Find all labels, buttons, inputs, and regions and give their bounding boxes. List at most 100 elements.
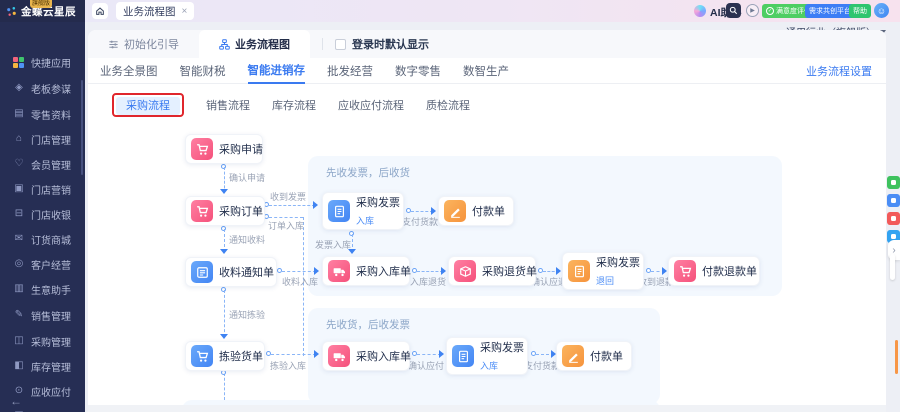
flow-settings-link[interactable]: 业务流程设置 — [806, 63, 872, 79]
flow-tab-inventory[interactable]: 库存流程 — [272, 97, 316, 113]
sidebar-item-quick-apps[interactable]: 快捷应用 — [0, 52, 85, 72]
horizontal-scrollbar[interactable] — [88, 405, 886, 412]
feedback-icon[interactable] — [887, 212, 900, 225]
sidebar-item-assistant[interactable]: ▥ 生意助手 — [0, 279, 85, 299]
edge-label: 订单入库 — [268, 221, 305, 231]
subtab-wholesale[interactable]: 批发经营 — [327, 58, 373, 84]
subtab-smart-production[interactable]: 数智生产 — [463, 58, 509, 84]
edge-label: 支付货款 — [402, 217, 439, 227]
edge-line — [269, 217, 303, 218]
app-screen: 金蝶云星辰 旗舰版 业务流程图 × AI助手 ▶ ✓ 满意度评价 需 — [0, 0, 900, 412]
flow-node-payment-2[interactable]: 付款单 — [556, 341, 632, 371]
close-icon[interactable]: × — [182, 6, 188, 17]
edge-label: 入库退货 — [410, 277, 447, 287]
sidebar-item-store-manage[interactable]: ⌂ 门店管理 — [0, 129, 85, 149]
flow-node-payment[interactable]: 付款单 — [438, 196, 514, 226]
page-tabs: 初始化引导 业务流程图 登录时默认显示 — [88, 30, 886, 58]
avatar[interactable]: ☺ — [874, 3, 889, 18]
flow-node-payment-refund[interactable]: 付款退款单 — [668, 256, 760, 286]
member-manage-icon: ♡ — [14, 158, 24, 169]
sidebar-collapse-button[interactable]: ← — [10, 394, 22, 408]
play-icon: ▶ — [750, 8, 755, 14]
edge-label: 确认应付 — [408, 361, 445, 371]
flow-node-purchase-invoice-in-2[interactable]: 采购发票 入库 — [446, 337, 528, 375]
customer-icon: ◎ — [14, 258, 24, 269]
sidebar-scrollbar[interactable] — [81, 80, 83, 175]
sidebar-item-retail-data[interactable]: ▤ 零售资料 — [0, 104, 85, 124]
flow-node-purchase-order[interactable]: 采购订单 — [185, 196, 265, 226]
cocreate-platform-badge[interactable]: 需求共创平台 — [805, 4, 855, 18]
sidebar-item-member-manage[interactable]: ♡ 会员管理 — [0, 154, 85, 174]
sidebar-item-boss-advisor[interactable]: ◈ 老板参谋 — [0, 78, 85, 98]
home-icon — [96, 7, 104, 15]
flow-node-purchase-request[interactable]: 采购申请 — [185, 134, 263, 164]
sidebar-item-customer[interactable]: ◎ 客户经营 — [0, 254, 85, 274]
chat-support-icon[interactable] — [887, 176, 900, 189]
subtab-panorama[interactable]: 业务全景图 — [100, 58, 158, 84]
edge-label: 收料入库 — [282, 277, 319, 287]
flow-node-purchase-inbound[interactable]: 采购入库单 — [322, 256, 411, 286]
cart-icon — [674, 260, 696, 282]
cashier-icon: ⊟ — [14, 208, 24, 219]
boss-advisor-icon: ◈ — [15, 82, 23, 93]
box-icon — [454, 260, 476, 282]
cart-icon — [191, 345, 213, 367]
assistant-icon: ▥ — [14, 283, 24, 294]
edge-line — [417, 354, 441, 355]
ai-assistant-icon[interactable] — [694, 5, 706, 17]
edge-line — [269, 205, 315, 206]
play-button[interactable]: ▶ — [746, 4, 759, 17]
divider — [322, 38, 323, 50]
subtab-finance-tax[interactable]: 智能财税 — [180, 58, 226, 84]
check-circle-icon: ✓ — [766, 7, 774, 15]
sidebar-item-sales-manage[interactable]: ✎ 销售管理 — [0, 305, 85, 325]
invoice-icon — [568, 260, 590, 282]
init-guide-icon — [109, 40, 118, 48]
store-manage-icon: ⌂ — [15, 133, 23, 144]
flow-node-pick-inspect[interactable]: 拣验货单 — [185, 341, 265, 371]
annotation-highlight-box: 采购流程 — [112, 93, 184, 117]
edge-label: 拣验入库 — [270, 361, 307, 371]
vertical-scrollbar-thumb-orange[interactable] — [895, 340, 898, 374]
purchase-manage-icon: ◫ — [14, 335, 24, 346]
search-button[interactable] — [726, 3, 741, 18]
sidebar-item-cashier[interactable]: ⊟ 门店收银 — [0, 204, 85, 224]
sidebar-item-inventory-manage[interactable]: ◧ 库存管理 — [0, 356, 85, 376]
flow-tab-ar-ap[interactable]: 应收应付流程 — [338, 97, 404, 113]
sidebar-item-store-marketing[interactable]: ▣ 门店营销 — [0, 179, 85, 199]
flow-node-purchase-inbound-2[interactable]: 采购入库单 — [322, 341, 411, 371]
logo-star-icon — [7, 6, 16, 16]
vertical-scrollbar-thumb[interactable] — [890, 254, 895, 280]
cart-icon — [191, 138, 213, 160]
login-default-checkbox[interactable] — [335, 38, 346, 50]
sidebar-item-order-mall[interactable]: ✉ 订货商城 — [0, 229, 85, 249]
tab-business-flow[interactable]: 业务流程图 — [199, 30, 310, 58]
store-marketing-icon: ▣ — [14, 183, 24, 194]
flow-tab-qc[interactable]: 质检流程 — [426, 97, 470, 113]
flow-tab-sales[interactable]: 销售流程 — [206, 97, 250, 113]
sidebar: 快捷应用 ◈ 老板参谋 ▤ 零售资料 ⌂ 门店管理 ♡ 会员管理 ▣ 门店营销 … — [0, 22, 85, 412]
truck-icon — [328, 345, 350, 367]
retail-data-icon: ▤ — [14, 108, 24, 119]
home-button[interactable] — [92, 3, 108, 19]
subtab-smart-jxc[interactable]: 智能进销存 — [247, 58, 305, 84]
edge-line — [282, 271, 316, 272]
pen-icon — [444, 200, 466, 222]
edge-line — [224, 290, 225, 337]
help-badge[interactable]: 帮助 — [849, 4, 871, 18]
flow-tab-purchase[interactable]: 采购流程 — [116, 97, 180, 115]
tab-init-guide[interactable]: 初始化引导 — [88, 30, 199, 58]
sidebar-item-purchase-manage[interactable]: ◫ 采购管理 — [0, 331, 85, 351]
flow-tab-row: 采购流程 销售流程 库存流程 应收应付流程 质检流程 — [88, 88, 886, 122]
search-icon — [729, 6, 738, 15]
window-tab-business-flow[interactable]: 业务流程图 × — [116, 2, 195, 20]
invoice-icon — [452, 345, 474, 367]
flow-node-material-notice[interactable]: 收料通知单 — [185, 257, 277, 287]
subtab-digital-retail[interactable]: 数字零售 — [395, 58, 441, 84]
flow-node-purchase-return[interactable]: 采购退货单 — [448, 256, 537, 286]
flow-node-purchase-invoice-return[interactable]: 采购发票 退回 — [562, 252, 644, 290]
flow-node-purchase-invoice-in[interactable]: 采购发票 入库 — [322, 192, 404, 230]
login-default-label: 登录时默认显示 — [352, 39, 429, 51]
mail-support-icon[interactable] — [887, 194, 900, 207]
logo: 金蝶云星辰 旗舰版 — [0, 0, 85, 22]
